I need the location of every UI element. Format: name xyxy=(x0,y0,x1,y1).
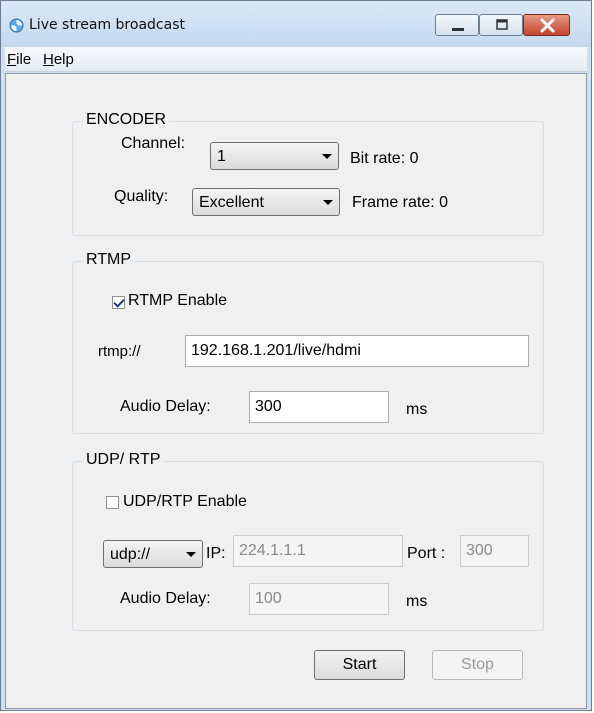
menu-file-accel: F xyxy=(7,51,17,68)
udp-group: UDP/ RTP UDP/RTP Enable udp:// IP: 224.1… xyxy=(72,451,544,631)
maximize-button[interactable] xyxy=(479,14,523,36)
rtmp-enable-checkbox[interactable] xyxy=(112,296,125,309)
udp-ip-input[interactable]: 224.1.1.1 xyxy=(233,535,403,567)
title-bar[interactable]: Live stream broadcast xyxy=(1,1,591,47)
swirl-app-icon xyxy=(9,18,24,33)
main-panel: ENCODER Channel: 1 Bit rate: 0 Quality: … xyxy=(5,73,587,709)
menu-help-rest: elp xyxy=(53,51,74,68)
udp-port-input[interactable]: 300 xyxy=(460,535,529,567)
rtmp-group: RTMP RTMP Enable rtmp:// 192.168.1.201/l… xyxy=(72,251,544,434)
close-icon xyxy=(540,18,555,33)
channel-value: 1 xyxy=(217,148,226,165)
minimize-button[interactable] xyxy=(435,14,479,36)
channel-select[interactable]: 1 xyxy=(210,142,339,170)
menu-file[interactable]: File xyxy=(7,51,31,68)
udp-ip-label: IP: xyxy=(206,545,226,562)
udp-enable-checkbox[interactable] xyxy=(106,496,119,509)
rtmp-url-label: rtmp:// xyxy=(98,343,141,360)
menu-help[interactable]: Help xyxy=(43,51,74,68)
rtmp-url-input[interactable]: 192.168.1.201/live/hdmi xyxy=(185,335,529,367)
quality-select[interactable]: Excellent xyxy=(192,188,340,216)
chevron-down-icon xyxy=(323,200,333,205)
udp-audio-delay-input[interactable]: 100 xyxy=(249,583,389,615)
menu-bar: File Help xyxy=(5,47,587,72)
rtmp-ms-label: ms xyxy=(406,401,428,418)
udp-protocol-select[interactable]: udp:// xyxy=(103,540,203,568)
minimize-icon xyxy=(452,28,464,31)
rtmp-audio-delay-input[interactable]: 300 xyxy=(249,391,389,423)
chevron-down-icon xyxy=(186,552,196,557)
rtmp-enable-label[interactable]: RTMP Enable xyxy=(128,292,227,310)
udp-legend: UDP/ RTP xyxy=(83,451,164,469)
udp-protocol-value: udp:// xyxy=(110,546,151,563)
app-window: Live stream broadcast File Help ENCODER … xyxy=(0,0,592,711)
rtmp-legend: RTMP xyxy=(83,251,135,269)
udp-enable-label[interactable]: UDP/RTP Enable xyxy=(123,493,247,511)
channel-label: Channel: xyxy=(121,135,186,152)
quality-value: Excellent xyxy=(199,194,264,211)
maximize-icon xyxy=(496,19,508,30)
udp-ms-label: ms xyxy=(406,593,428,610)
encoder-group: ENCODER Channel: 1 Bit rate: 0 Quality: … xyxy=(72,111,544,236)
menu-file-rest: ile xyxy=(16,51,32,68)
stop-button[interactable]: Stop xyxy=(432,650,523,680)
start-button[interactable]: Start xyxy=(314,650,405,680)
chevron-down-icon xyxy=(322,154,332,159)
udp-port-label: Port : xyxy=(407,545,446,562)
bitrate-label: Bit rate: 0 xyxy=(350,150,419,167)
window-title: Live stream broadcast xyxy=(29,17,185,33)
framerate-label: Frame rate: 0 xyxy=(352,194,449,211)
udp-audio-delay-label: Audio Delay: xyxy=(120,590,211,607)
rtmp-audio-delay-label: Audio Delay: xyxy=(120,398,211,415)
menu-help-accel: H xyxy=(43,51,54,68)
encoder-legend: ENCODER xyxy=(83,111,170,129)
close-button[interactable] xyxy=(523,14,570,36)
quality-label: Quality: xyxy=(114,188,169,205)
